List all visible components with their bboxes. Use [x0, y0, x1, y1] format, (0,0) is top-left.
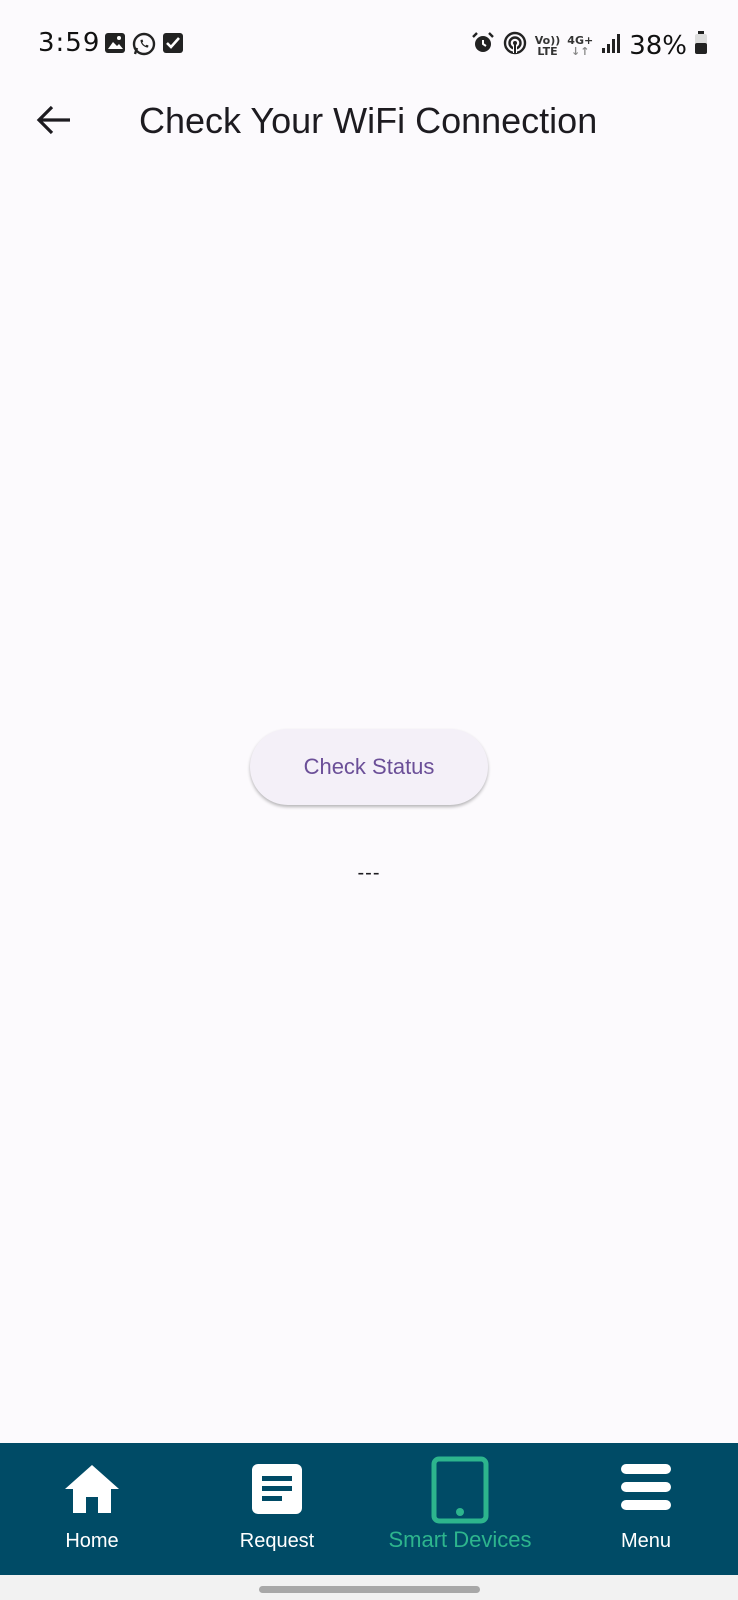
check-status-button[interactable]: Check Status — [250, 729, 488, 805]
4g-data-icon: 4G+ ↓↑ — [567, 33, 594, 58]
status-result-text: --- — [357, 862, 381, 884]
gesture-bar-area — [0, 1575, 738, 1600]
gallery-icon — [104, 32, 126, 61]
battery-icon — [694, 31, 708, 60]
nav-label-home: Home — [65, 1530, 119, 1552]
bottom-navigation: Home Request Smart Devices Menu — [0, 1443, 738, 1575]
signal-icon — [600, 32, 622, 59]
status-time: 3:59 — [38, 28, 101, 58]
check-square-icon — [162, 32, 184, 61]
status-bar: 3:59 Vo)) LTE 4G+ ↓↑ 38% — [0, 0, 738, 80]
request-icon — [251, 1463, 303, 1520]
app-bar: Check Your WiFi Connection — [0, 80, 738, 160]
hotspot-icon — [502, 30, 528, 61]
nav-item-home[interactable]: Home — [22, 1443, 162, 1575]
back-button[interactable] — [30, 98, 78, 146]
whatsapp-icon — [132, 32, 156, 61]
battery-level: 38% — [629, 30, 687, 61]
nav-item-smart-devices[interactable]: Smart Devices — [370, 1443, 550, 1575]
gesture-handle[interactable] — [259, 1586, 480, 1593]
nav-item-request[interactable]: Request — [207, 1443, 347, 1575]
nav-label-smart-devices: Smart Devices — [388, 1527, 532, 1552]
page-title: Check Your WiFi Connection — [139, 100, 598, 141]
home-icon — [63, 1463, 121, 1520]
tablet-icon — [431, 1456, 489, 1529]
arrow-back-icon — [36, 105, 72, 140]
nav-item-menu[interactable]: Menu — [576, 1443, 716, 1575]
nav-label-menu: Menu — [620, 1530, 672, 1552]
nav-label-request: Request — [239, 1530, 315, 1552]
volte-icon: Vo)) LTE — [534, 33, 561, 58]
alarm-icon — [471, 31, 495, 60]
menu-icon — [619, 1463, 673, 1516]
